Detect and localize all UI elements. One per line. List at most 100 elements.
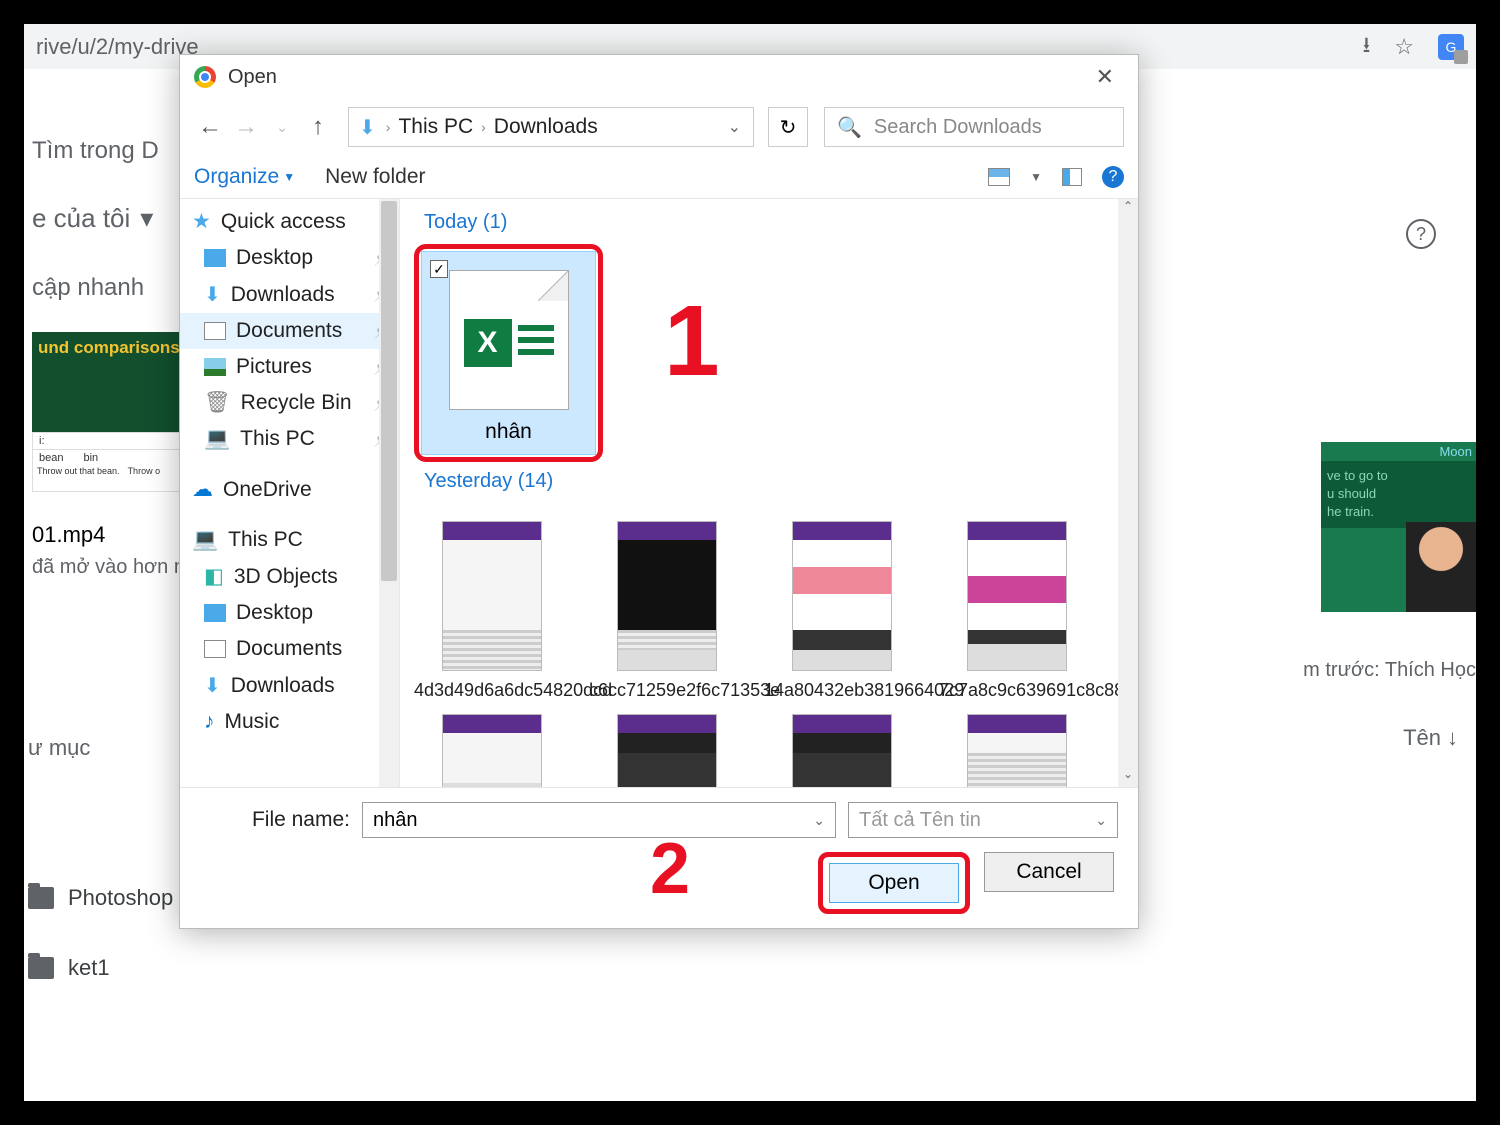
folder-item[interactable]: ket1 — [28, 955, 110, 981]
tree-desktop[interactable]: Desktop — [180, 240, 399, 276]
tree-this-pc[interactable]: 💻This PC — [180, 421, 399, 457]
file-tile[interactable]: 7c7a8c9c639691c8c887 — [939, 521, 1094, 702]
help-icon[interactable]: ? — [1406, 219, 1436, 249]
pc-icon: 💻 — [192, 528, 218, 552]
tree-pictures[interactable]: Pictures — [180, 349, 399, 385]
file-list: Today (1) ✓ X nhân Yesterday (14) 4d3d49… — [400, 199, 1138, 787]
filename-label: File name: — [200, 808, 350, 832]
view-icon[interactable] — [988, 168, 1010, 186]
video-thumbnail-right[interactable]: Moon ve to go tou shouldhe train. — [1321, 442, 1476, 612]
group-today[interactable]: Today (1) — [414, 207, 1124, 244]
music-icon: ♪ — [204, 710, 215, 734]
files-scrollbar[interactable]: ⌃⌄ — [1118, 199, 1138, 787]
arrow-down-icon: ↓ — [1447, 725, 1458, 751]
file-tile[interactable] — [939, 714, 1094, 787]
filename-input[interactable]: nhân ⌄ — [362, 802, 836, 838]
search-placeholder: Search Downloads — [874, 116, 1042, 139]
tree-recycle-bin[interactable]: 🗑Recycle Bin — [180, 385, 399, 421]
back-button[interactable]: ← — [194, 111, 226, 143]
excel-file-icon: X — [449, 270, 569, 410]
recycle-bin-icon: 🗑 — [204, 391, 231, 415]
tree-music[interactable]: ♪Music — [180, 704, 399, 740]
file-tile[interactable] — [589, 714, 744, 787]
desktop-icon — [204, 604, 226, 622]
close-button[interactable]: ✕ — [1086, 60, 1124, 94]
folder-section-label: ư mục — [28, 735, 90, 761]
cancel-button[interactable]: Cancel — [984, 852, 1114, 892]
sort-control[interactable]: Tên ↓ — [1403, 725, 1458, 751]
video-thumbnail[interactable]: und comparisons — [32, 332, 187, 432]
group-yesterday[interactable]: Yesterday (14) — [414, 462, 1124, 503]
annotation-number-2: 2 — [650, 828, 690, 910]
tree-quick-access[interactable]: ★Quick access — [180, 203, 399, 240]
onedrive-icon: ☁ — [192, 477, 213, 502]
dialog-nav: ← → ⌄ ↑ ⬇ › This PC › Downloads ⌄ ↻ 🔍 Se… — [180, 99, 1138, 155]
refresh-button[interactable]: ↻ — [768, 107, 808, 147]
desktop-icon — [204, 249, 226, 267]
breadcrumb-this-pc[interactable]: This PC — [394, 115, 477, 139]
file-tile[interactable]: 4d3d49d6a6dc54820dcd — [414, 521, 569, 702]
file-checkbox[interactable]: ✓ — [430, 260, 448, 278]
dropdown-icon[interactable]: ⌄ — [813, 812, 825, 829]
organize-menu[interactable]: Organize ▼ — [194, 165, 295, 189]
tree-scrollbar[interactable] — [379, 199, 399, 787]
right-subtitle: m trước: Thích Học — [1303, 659, 1476, 682]
tree-downloads2[interactable]: ⬇Downloads — [180, 667, 399, 704]
translate-icon[interactable]: G — [1438, 34, 1464, 60]
star-icon: ★ — [192, 209, 211, 234]
dialog-title: Open — [228, 66, 277, 89]
tree-documents2[interactable]: Documents — [180, 631, 399, 667]
download-icon: ⬇ — [204, 673, 221, 698]
bookmark-star-icon[interactable]: ☆ — [1394, 34, 1414, 60]
pc-icon: 💻 — [204, 427, 230, 451]
file-open-dialog: Open ✕ ← → ⌄ ↑ ⬇ › This PC › Downloads ⌄… — [179, 54, 1139, 929]
file-tile[interactable] — [764, 714, 919, 787]
tree-desktop2[interactable]: Desktop — [180, 595, 399, 631]
view-dropdown-icon[interactable]: ▼ — [1030, 170, 1042, 184]
annotation-box-1: ✓ X nhân — [414, 244, 603, 462]
tree-3d-objects[interactable]: ◧3D Objects — [180, 558, 399, 595]
file-tile[interactable]: 14a80432eb3819664029 — [764, 521, 919, 702]
forward-button[interactable]: → — [230, 111, 262, 143]
video-thumbnail-sub: i: beanbin Throw out that bean.Throw o — [32, 432, 187, 492]
tree-downloads[interactable]: ⬇Downloads — [180, 276, 399, 313]
history-dropdown[interactable]: ⌄ — [266, 111, 298, 143]
tree-this-pc-root[interactable]: 💻This PC — [180, 522, 399, 558]
pc-icon: ⬇ — [359, 115, 376, 140]
folder-item[interactable]: Photoshop c — [28, 885, 190, 911]
open-button[interactable]: Open — [829, 863, 959, 903]
dropdown-icon: ⌄ — [1095, 812, 1107, 829]
download-icon[interactable]: ⭳ — [1363, 28, 1371, 66]
file-filter-select[interactable]: Tất cả Tên tin ⌄ — [848, 802, 1118, 838]
dialog-titlebar: Open ✕ — [180, 55, 1138, 99]
document-icon — [204, 640, 226, 658]
dropdown-caret-icon: ▾ — [140, 203, 153, 234]
tree-documents[interactable]: Documents — [180, 313, 399, 349]
file-tile[interactable]: c6cc71259e2f6c71353e — [589, 521, 744, 702]
chrome-icon — [194, 66, 216, 88]
pictures-icon — [204, 358, 226, 376]
breadcrumb-dropdown-icon[interactable]: ⌄ — [728, 117, 749, 137]
preview-pane-icon[interactable] — [1062, 168, 1082, 186]
file-tile[interactable] — [414, 714, 569, 787]
annotation-number-1: 1 — [664, 284, 720, 399]
nav-tree: ★Quick access Desktop ⬇Downloads Documen… — [180, 199, 400, 787]
document-icon — [204, 322, 226, 340]
tree-onedrive[interactable]: ☁OneDrive — [180, 471, 399, 508]
up-button[interactable]: ↑ — [302, 111, 334, 143]
annotation-box-2: Open — [818, 852, 970, 914]
breadcrumb-downloads[interactable]: Downloads — [490, 115, 602, 139]
file-tile-selected[interactable]: ✓ X nhân — [421, 251, 596, 455]
chevron-right-icon: › — [386, 119, 391, 135]
search-input[interactable]: 🔍 Search Downloads — [824, 107, 1124, 147]
breadcrumb-bar[interactable]: ⬇ › This PC › Downloads ⌄ — [348, 107, 754, 147]
search-icon: 🔍 — [837, 115, 862, 140]
folder-icon — [28, 957, 54, 979]
chevron-right-icon: › — [481, 119, 486, 135]
download-icon: ⬇ — [204, 282, 221, 307]
file-name: nhân — [432, 410, 585, 444]
new-folder-button[interactable]: New folder — [325, 165, 425, 189]
dialog-footer: File name: nhân ⌄ Tất cả Tên tin ⌄ 2 Ope… — [180, 787, 1138, 928]
help-icon[interactable]: ? — [1102, 166, 1124, 188]
dialog-toolbar: Organize ▼ New folder ▼ ? — [180, 155, 1138, 199]
